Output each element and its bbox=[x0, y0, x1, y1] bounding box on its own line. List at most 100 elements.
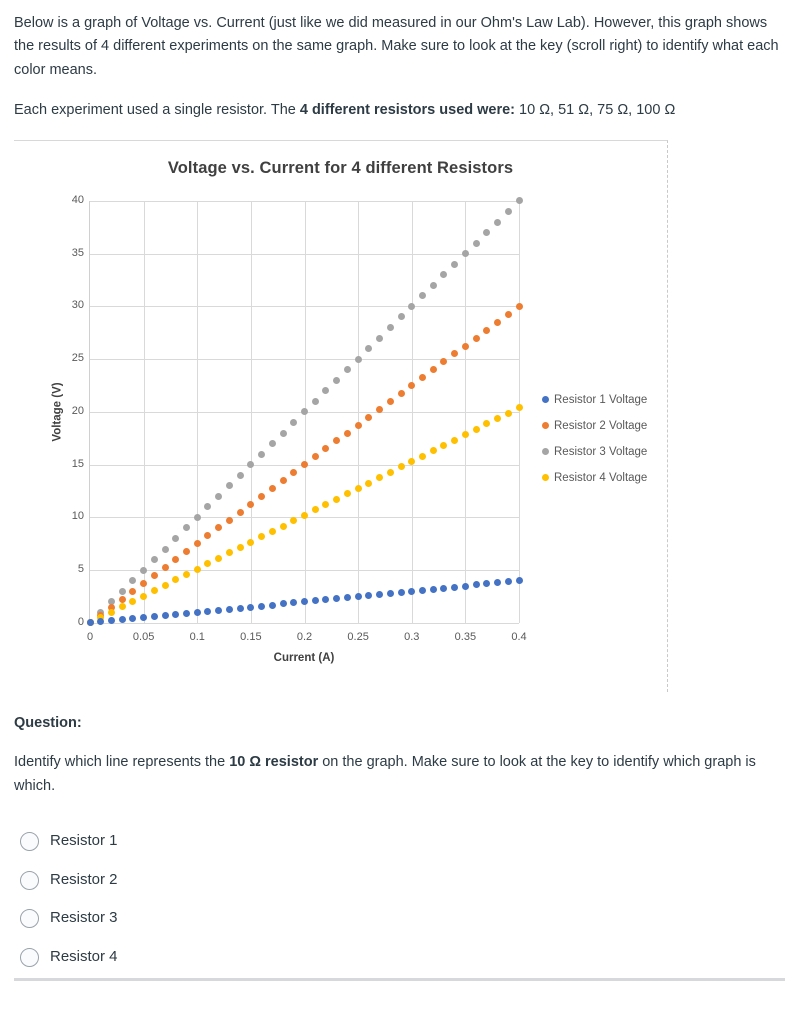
answer-option[interactable]: Resistor 2 bbox=[20, 861, 785, 900]
data-point bbox=[494, 414, 502, 422]
gridline-vertical bbox=[250, 200, 252, 623]
bottom-divider bbox=[14, 978, 785, 982]
data-point bbox=[301, 598, 308, 606]
legend-label: Resistor 2 Voltage bbox=[554, 419, 648, 432]
answer-options: Resistor 1 Resistor 2 Resistor 3 Resistor 4 bbox=[20, 822, 785, 976]
data-point bbox=[268, 601, 276, 609]
intro-paragraph-2-bold: 4 different resistors used were: bbox=[299, 102, 516, 119]
data-point bbox=[408, 302, 416, 310]
legend-marker-icon bbox=[542, 448, 549, 456]
data-point bbox=[247, 603, 255, 611]
data-point bbox=[472, 425, 480, 433]
data-point bbox=[418, 374, 426, 382]
data-point bbox=[193, 565, 201, 573]
x-axis-title: Current (A) bbox=[273, 651, 335, 664]
data-point bbox=[129, 615, 137, 623]
data-point bbox=[483, 326, 491, 334]
data-point bbox=[408, 587, 416, 595]
data-point bbox=[290, 469, 298, 477]
data-point bbox=[247, 500, 255, 508]
data-point bbox=[472, 334, 480, 342]
data-point bbox=[429, 281, 437, 289]
data-point bbox=[322, 501, 330, 509]
data-point bbox=[183, 571, 191, 578]
x-axis-tick-label: 0.05 bbox=[132, 630, 155, 643]
legend-item: Resistor 4 Voltage bbox=[542, 465, 672, 491]
data-point bbox=[386, 589, 394, 597]
y-axis-tick-label: 0 bbox=[77, 616, 84, 629]
data-point bbox=[268, 527, 276, 535]
legend-label: Resistor 1 Voltage bbox=[554, 393, 648, 406]
data-point bbox=[97, 618, 105, 626]
radio-button-icon[interactable] bbox=[20, 832, 39, 852]
data-point bbox=[268, 440, 276, 448]
data-point bbox=[483, 580, 491, 588]
chart-container[interactable]: Voltage vs. Current for 4 different Resi… bbox=[14, 139, 668, 692]
data-point bbox=[150, 613, 158, 621]
data-point bbox=[472, 239, 480, 247]
data-point bbox=[440, 584, 448, 592]
data-point bbox=[451, 436, 459, 444]
data-point bbox=[386, 397, 394, 405]
gridline-vertical bbox=[465, 200, 467, 623]
data-point bbox=[408, 382, 416, 390]
radio-button-icon[interactable] bbox=[20, 909, 39, 929]
legend-marker-icon bbox=[542, 474, 549, 482]
x-axis-tick-label: 0.4 bbox=[511, 630, 527, 643]
gridline-vertical bbox=[143, 200, 145, 623]
data-point bbox=[129, 587, 137, 595]
data-point bbox=[494, 218, 502, 226]
data-point bbox=[311, 597, 319, 605]
data-point bbox=[247, 538, 255, 546]
data-point bbox=[515, 197, 523, 205]
legend-item: Resistor 2 Voltage bbox=[542, 413, 672, 439]
data-point bbox=[225, 516, 233, 524]
data-point bbox=[129, 597, 137, 605]
radio-button-icon[interactable] bbox=[20, 947, 39, 967]
data-point bbox=[397, 313, 405, 321]
question-text: Identify which line represents the 10 Ω … bbox=[14, 751, 785, 798]
data-point bbox=[290, 517, 298, 525]
data-point bbox=[161, 545, 169, 553]
answer-option[interactable]: Resistor 4 bbox=[20, 938, 785, 977]
data-point bbox=[354, 484, 362, 492]
data-point bbox=[161, 612, 169, 620]
data-point bbox=[376, 590, 384, 598]
data-point bbox=[343, 429, 351, 437]
data-point bbox=[483, 420, 491, 428]
data-point bbox=[451, 260, 459, 268]
data-point bbox=[204, 532, 212, 540]
data-point bbox=[225, 605, 233, 613]
radio-button-icon[interactable] bbox=[20, 870, 39, 890]
data-point bbox=[343, 594, 351, 602]
data-point bbox=[140, 579, 148, 587]
data-point bbox=[172, 556, 180, 564]
chart-legend: Resistor 1 Voltage Resistor 2 Voltage Resi… bbox=[542, 387, 672, 491]
data-point bbox=[483, 229, 491, 237]
data-point bbox=[204, 607, 212, 615]
data-point bbox=[429, 447, 437, 455]
data-point bbox=[258, 533, 266, 541]
data-point bbox=[461, 431, 469, 439]
data-point bbox=[494, 579, 502, 587]
answer-option[interactable]: Resistor 1 bbox=[20, 822, 785, 861]
data-point bbox=[418, 452, 426, 460]
data-point bbox=[504, 310, 512, 318]
x-axis-tick-label: 0.2 bbox=[296, 630, 313, 643]
data-point bbox=[354, 355, 362, 363]
gridline-vertical bbox=[519, 200, 520, 623]
data-point bbox=[86, 619, 94, 627]
data-point bbox=[451, 583, 459, 591]
data-point bbox=[215, 492, 223, 500]
data-point bbox=[193, 608, 201, 616]
answer-option[interactable]: Resistor 3 bbox=[20, 899, 785, 938]
answer-option-label: Resistor 3 bbox=[50, 909, 118, 927]
data-point bbox=[140, 566, 148, 574]
data-point bbox=[301, 511, 308, 519]
answer-option-label: Resistor 2 bbox=[50, 870, 118, 888]
data-point bbox=[494, 318, 502, 326]
gridline-vertical bbox=[197, 200, 199, 623]
data-point bbox=[215, 554, 223, 562]
y-axis-tick-label: 10 bbox=[71, 510, 84, 523]
data-point bbox=[376, 405, 384, 413]
